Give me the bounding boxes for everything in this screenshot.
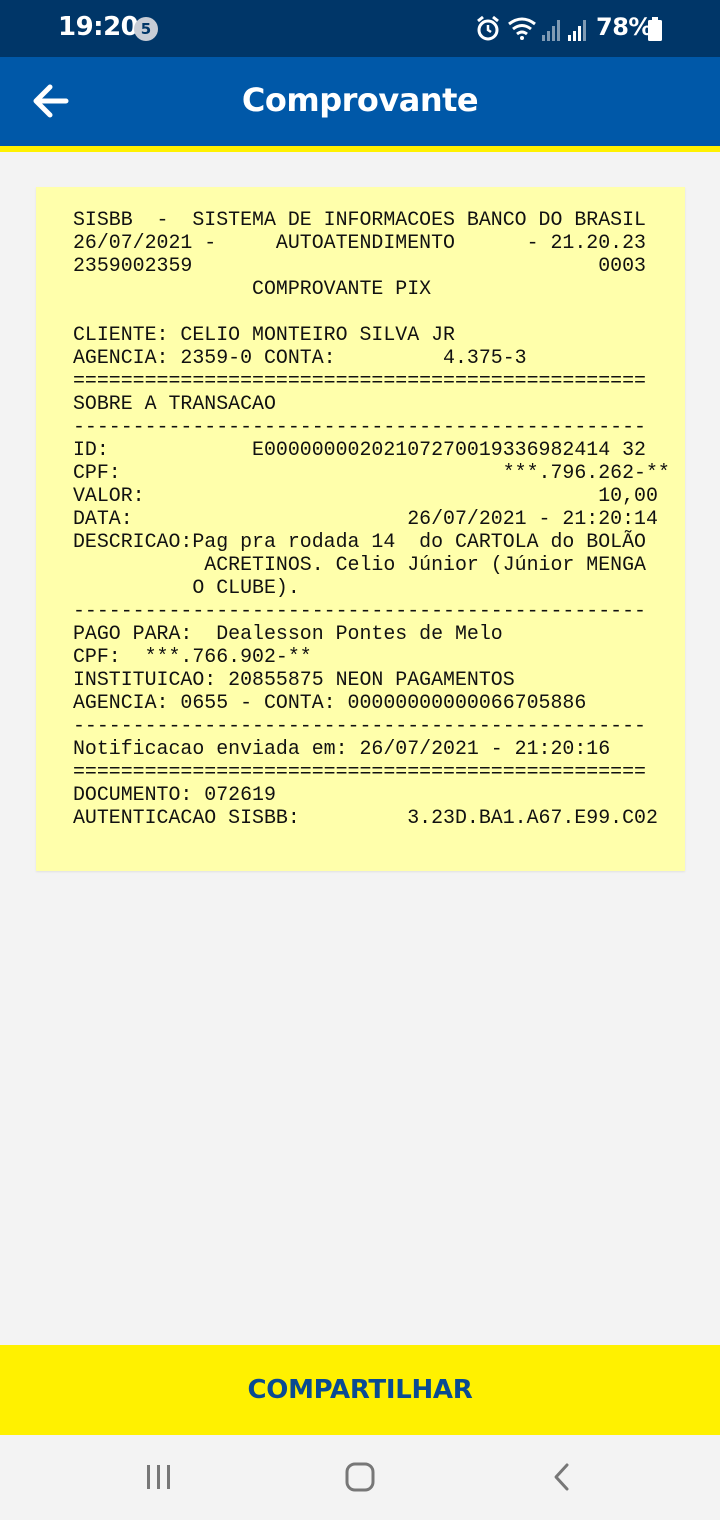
signal-icon — [542, 20, 560, 41]
receipt-line: AUTENTICACAO SISBB: 3.23D.BA1.A67.E99.C0… — [73, 806, 658, 829]
status-bar: 19:20 5 78% — [0, 0, 720, 57]
notification-count-badge: 5 — [134, 17, 158, 41]
home-icon[interactable] — [340, 1457, 380, 1497]
receipt-line: DATA: 26/07/2021 - 21:20:14 — [73, 507, 658, 530]
receipt-line: Notificacao enviada em: 26/07/2021 - 21:… — [73, 737, 611, 760]
receipt-line: ----------------------------------------… — [73, 599, 646, 622]
battery-percent: 78% — [596, 13, 652, 41]
recent-apps-icon[interactable] — [139, 1457, 179, 1497]
receipt-line: ID: E00000000202107270019336982414 32 — [73, 438, 646, 461]
header-accent-stripe — [0, 146, 720, 152]
receipt-line: PAGO PARA: Dealesson Pontes de Melo — [73, 622, 503, 645]
receipt-line: DESCRICAO:Pag pra rodada 14 do CARTOLA d… — [73, 530, 646, 553]
share-button[interactable]: COMPARTILHAR — [0, 1345, 720, 1435]
wifi-icon — [508, 17, 536, 40]
back-icon[interactable] — [542, 1457, 582, 1497]
receipt-line: ----------------------------------------… — [73, 714, 646, 737]
receipt-line: ========================================… — [73, 369, 646, 392]
alarm-icon — [477, 15, 499, 41]
receipt-text: SISBB - SISTEMA DE INFORMACOES BANCO DO … — [73, 208, 670, 829]
receipt-line: INSTITUICAO: 20855875 NEON PAGAMENTOS — [73, 668, 515, 691]
status-time: 19:20 — [58, 12, 139, 42]
battery-icon — [648, 17, 662, 41]
receipt-line: VALOR: 10,00 — [73, 484, 658, 507]
app-bar: Comprovante — [0, 57, 720, 146]
receipt-line: DOCUMENTO: 072619 — [73, 783, 276, 806]
receipt-line: AGENCIA: 2359-0 CONTA: 4.375-3 — [73, 346, 527, 369]
receipt-line: ACRETINOS. Celio Júnior (Júnior MENGA — [73, 553, 646, 576]
page-title: Comprovante — [241, 81, 479, 119]
receipt-line: 2359002359 0003 — [73, 254, 646, 277]
signal-icon — [568, 20, 586, 41]
receipt-line: AGENCIA: 0655 - CONTA: 00000000000066705… — [73, 691, 587, 714]
receipt-line: CLIENTE: CELIO MONTEIRO SILVA JR — [73, 323, 455, 346]
receipt-line: COMPROVANTE PIX — [73, 277, 432, 300]
receipt-line: SISBB - SISTEMA DE INFORMACOES BANCO DO … — [73, 208, 646, 231]
receipt-line: SOBRE A TRANSACAO — [73, 392, 276, 415]
receipt-line: CPF: ***.766.902-** — [73, 645, 312, 668]
system-navigation-bar — [0, 1435, 720, 1520]
share-button-label: COMPARTILHAR — [247, 1375, 473, 1405]
receipt-line: ========================================… — [73, 760, 646, 783]
receipt-line: ----------------------------------------… — [73, 415, 646, 438]
receipt-line: 26/07/2021 - AUTOATENDIMENTO - 21.20.23 — [73, 231, 646, 254]
pix-receipt: SISBB - SISTEMA DE INFORMACOES BANCO DO … — [36, 187, 685, 871]
receipt-line: CPF: ***.796.262-** — [73, 461, 670, 484]
receipt-line: O CLUBE). — [73, 576, 300, 599]
status-icons — [477, 15, 586, 41]
